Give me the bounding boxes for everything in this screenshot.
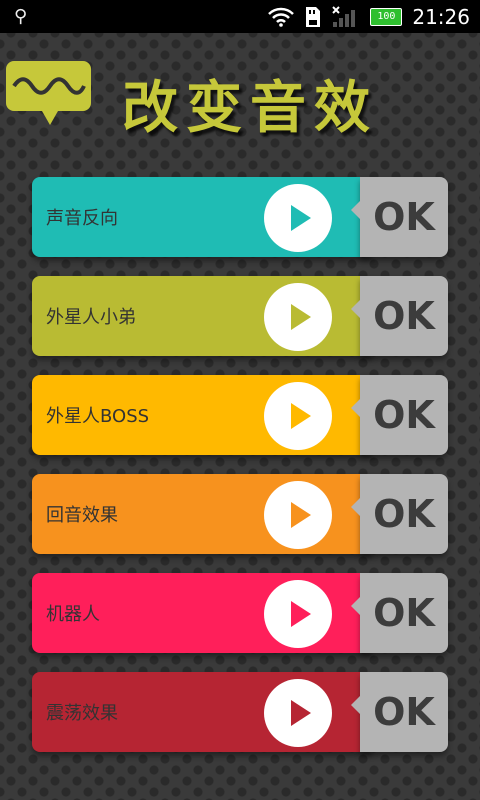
play-icon xyxy=(291,601,311,627)
ok-button[interactable]: OK xyxy=(351,375,448,455)
play-icon xyxy=(291,502,311,528)
play-button[interactable] xyxy=(264,679,332,747)
play-button[interactable] xyxy=(264,382,332,450)
play-button[interactable] xyxy=(264,283,332,351)
play-icon xyxy=(291,205,311,231)
play-button[interactable] xyxy=(264,580,332,648)
play-icon xyxy=(291,304,311,330)
effect-label: 声音反向 xyxy=(46,208,118,229)
effect-label: 机器人 xyxy=(46,604,100,625)
ok-button[interactable]: OK xyxy=(351,276,448,356)
effect-label: 外星人BOSS xyxy=(46,406,150,427)
play-icon xyxy=(291,403,311,429)
effects-list: 声音反向 OK 外星人小弟 OK 外星人BOSS OK 回音效果 OK 机器人 xyxy=(0,0,480,800)
ok-button[interactable]: OK xyxy=(351,474,448,554)
ok-button[interactable]: OK xyxy=(351,573,448,653)
play-button[interactable] xyxy=(264,481,332,549)
ok-button[interactable]: OK xyxy=(351,177,448,257)
effect-row-robot: 机器人 OK xyxy=(32,573,448,653)
ok-button[interactable]: OK xyxy=(351,672,448,752)
effect-row-vibrato: 震荡效果 OK xyxy=(32,672,448,752)
effect-label: 外星人小弟 xyxy=(46,307,136,328)
effect-label: 震荡效果 xyxy=(46,703,118,724)
effect-row-reverse: 声音反向 OK xyxy=(32,177,448,257)
effect-row-echo: 回音效果 OK xyxy=(32,474,448,554)
play-button[interactable] xyxy=(264,184,332,252)
play-icon xyxy=(291,700,311,726)
effect-label: 回音效果 xyxy=(46,505,118,526)
effect-row-alien-small: 外星人小弟 OK xyxy=(32,276,448,356)
effect-row-alien-boss: 外星人BOSS OK xyxy=(32,375,448,455)
